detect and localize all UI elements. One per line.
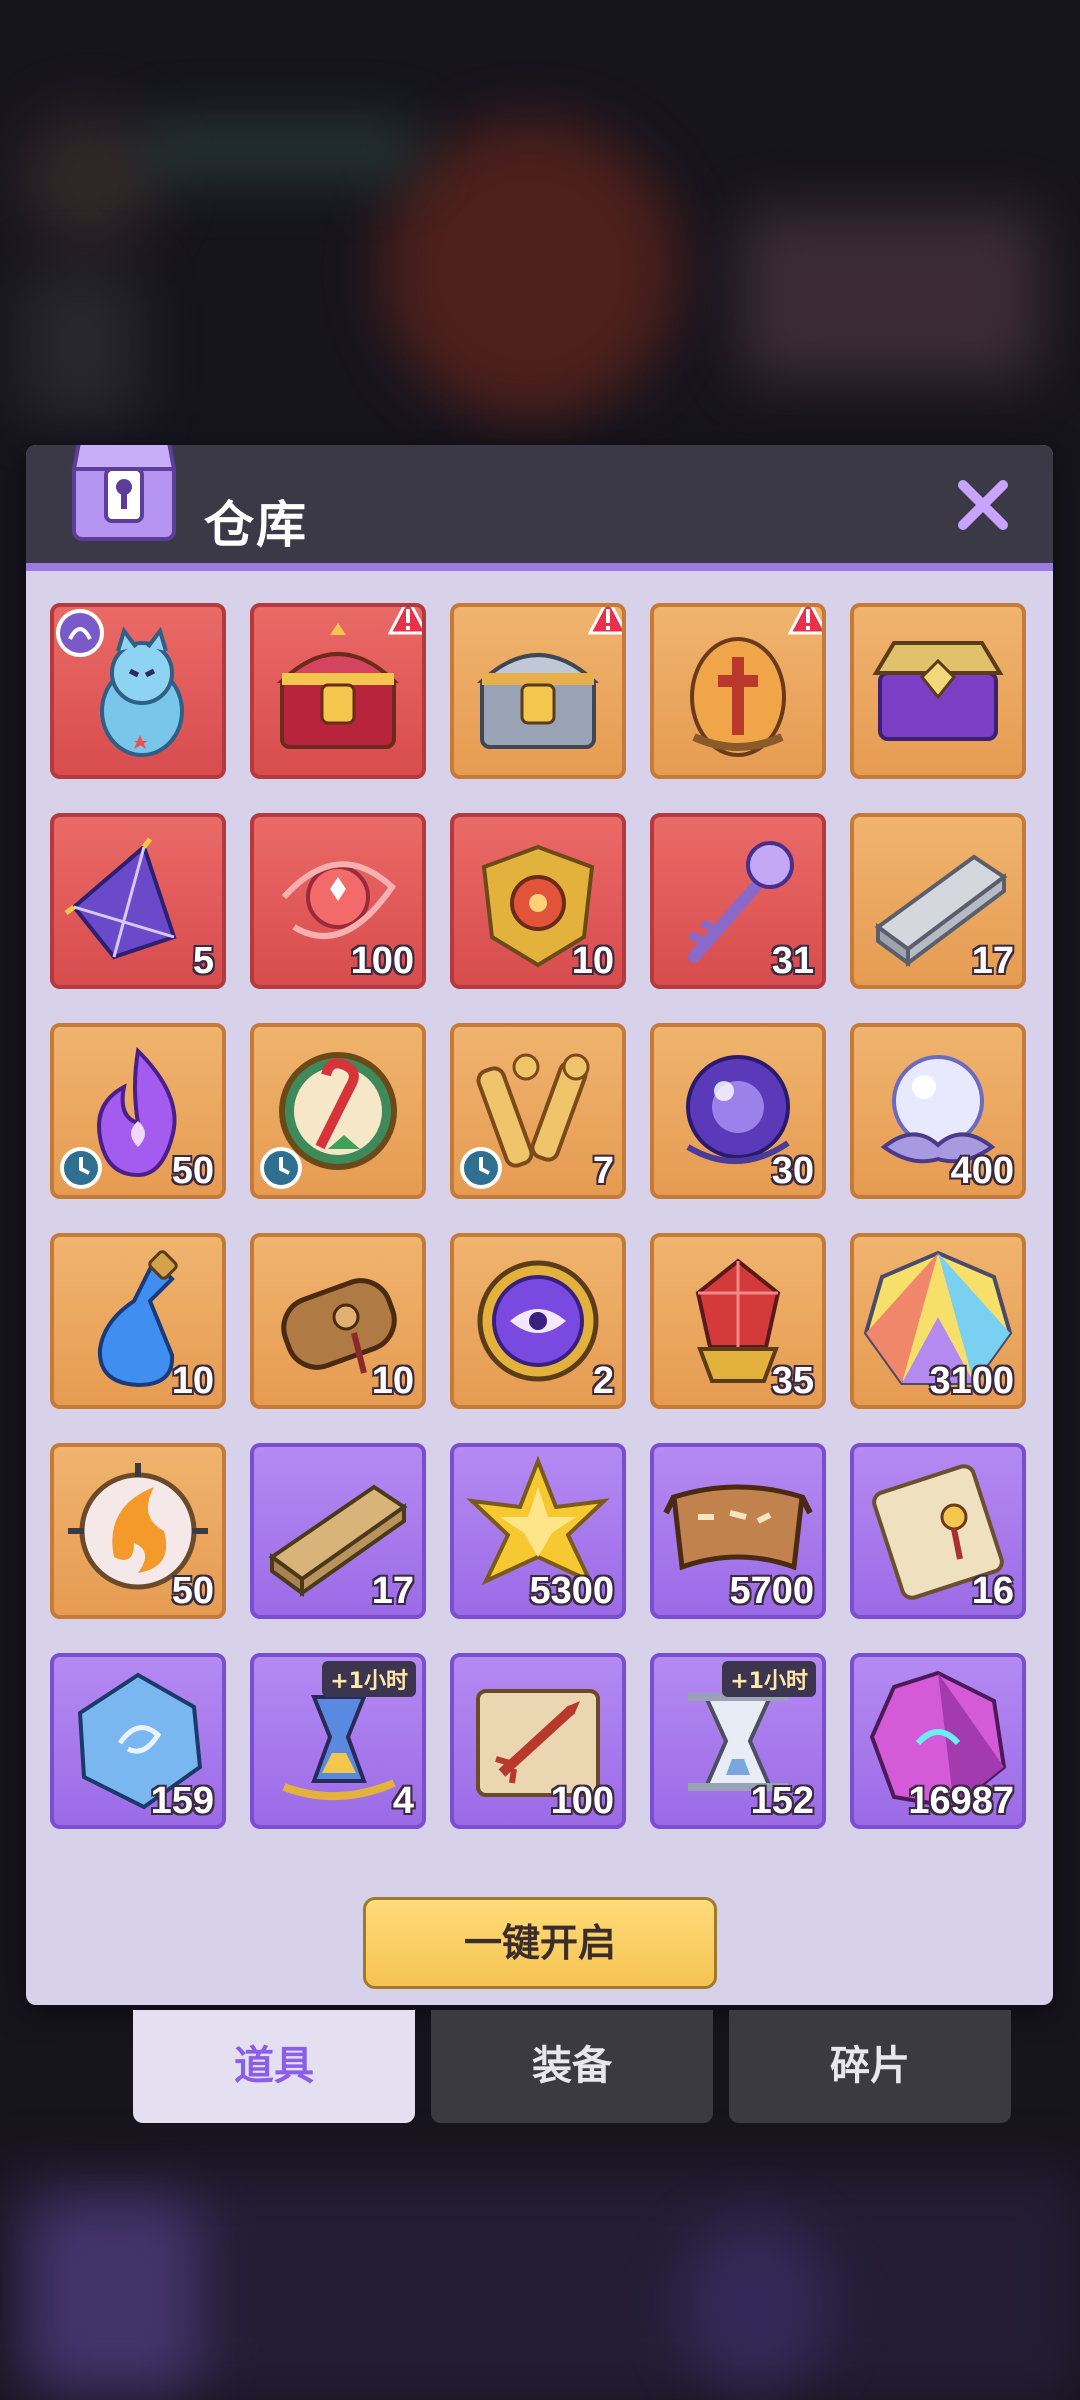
bg-nav-item — [680, 2220, 830, 2390]
item-slot[interactable] — [450, 603, 626, 779]
tab-items[interactable]: 道具 — [133, 2010, 415, 2123]
item-quantity: 31 — [771, 940, 814, 982]
item-slot[interactable] — [650, 603, 826, 779]
item-slot[interactable]: 17 — [250, 1443, 426, 1619]
tab-fragments[interactable]: 碎片 — [729, 2010, 1011, 2123]
item-quantity: 7 — [592, 1150, 614, 1192]
time-bonus-badge: +1小时 — [722, 1661, 816, 1697]
item-quantity: 400 — [950, 1150, 1014, 1192]
item-quantity: 5 — [192, 940, 214, 982]
item-quantity: 5300 — [529, 1570, 614, 1612]
item-slot[interactable]: 159 — [50, 1653, 226, 1829]
item-slot[interactable] — [850, 603, 1026, 779]
item-slot[interactable]: 5700 — [650, 1443, 826, 1619]
item-quantity: 17 — [371, 1570, 414, 1612]
item-quantity: 2 — [592, 1360, 614, 1402]
item-quantity: 16987 — [908, 1780, 1014, 1822]
item-slot[interactable]: 10 — [50, 1233, 226, 1409]
bg-nav-item — [30, 2200, 200, 2390]
item-quantity: 159 — [150, 1780, 214, 1822]
item-slot[interactable]: 100 — [450, 1653, 626, 1829]
item-slot[interactable] — [250, 1023, 426, 1199]
item-quantity: 3100 — [929, 1360, 1014, 1402]
item-quantity: 35 — [771, 1360, 814, 1402]
timer-icon — [60, 1147, 102, 1189]
time-bonus-badge: +1小时 — [322, 1661, 416, 1697]
alert-icon — [388, 607, 422, 635]
panel-header: 仓库 — [26, 445, 1053, 571]
item-quantity: 50 — [171, 1150, 214, 1192]
item-slot[interactable]: +1小时 4 — [250, 1653, 426, 1829]
item-slot[interactable]: 35 — [650, 1233, 826, 1409]
portrait-tag-icon — [56, 609, 104, 657]
item-quantity: 4 — [392, 1780, 414, 1822]
item-slot[interactable]: 2 — [450, 1233, 626, 1409]
close-x-icon[interactable] — [953, 475, 1013, 535]
item-quantity: 30 — [771, 1150, 814, 1192]
item-quantity: 10 — [571, 940, 614, 982]
item-slot[interactable] — [50, 603, 226, 779]
inventory-grid: 5 100 10 31 17 50 7 30 400 10 10 2 35 3100 50 17 5300 570… — [50, 603, 1030, 1831]
item-slot[interactable]: 16987 — [850, 1653, 1026, 1829]
item-slot[interactable]: 50 — [50, 1023, 226, 1199]
item-slot[interactable] — [250, 603, 426, 779]
item-slot[interactable]: 10 — [250, 1233, 426, 1409]
page-title: 仓库 — [204, 496, 308, 554]
item-quantity: 16 — [971, 1570, 1014, 1612]
alert-icon — [588, 607, 622, 635]
item-slot[interactable]: 400 — [850, 1023, 1026, 1199]
item-quantity: 10 — [171, 1360, 214, 1402]
bg-side-icon — [20, 270, 140, 420]
item-quantity: 100 — [550, 1780, 614, 1822]
bg-emblem — [380, 120, 680, 420]
warehouse-chest-icon — [71, 445, 177, 541]
bg-banner — [740, 210, 1040, 380]
item-slot[interactable]: 5 — [50, 813, 226, 989]
item-slot[interactable]: 5300 — [450, 1443, 626, 1619]
timer-icon — [260, 1147, 302, 1189]
item-quantity: 152 — [750, 1780, 814, 1822]
bg-avatar — [20, 110, 160, 250]
item-quantity: 17 — [971, 940, 1014, 982]
item-slot[interactable]: 17 — [850, 813, 1026, 989]
item-quantity: 10 — [371, 1360, 414, 1402]
alert-icon — [788, 607, 822, 635]
open-all-button[interactable]: 一键开启 — [363, 1897, 717, 1989]
purple-chest-icon — [872, 641, 1004, 741]
item-quantity: 50 — [171, 1570, 214, 1612]
item-quantity: 100 — [350, 940, 414, 982]
bg-name-bar — [140, 120, 420, 180]
item-slot[interactable]: 3100 — [850, 1233, 1026, 1409]
item-slot[interactable]: 31 — [650, 813, 826, 989]
tab-equipment[interactable]: 装备 — [431, 2010, 713, 2123]
item-slot[interactable]: 7 — [450, 1023, 626, 1199]
item-slot[interactable]: 10 — [450, 813, 626, 989]
warehouse-panel: 仓库 5 100 10 31 17 50 7 30 400 10 10 2 35 3100 50 17 5300… — [26, 445, 1053, 2005]
item-slot[interactable]: 100 — [250, 813, 426, 989]
item-slot[interactable]: +1小时 152 — [650, 1653, 826, 1829]
item-slot[interactable]: 30 — [650, 1023, 826, 1199]
item-slot[interactable]: 50 — [50, 1443, 226, 1619]
item-quantity: 5700 — [729, 1570, 814, 1612]
timer-icon — [460, 1147, 502, 1189]
item-slot[interactable]: 16 — [850, 1443, 1026, 1619]
